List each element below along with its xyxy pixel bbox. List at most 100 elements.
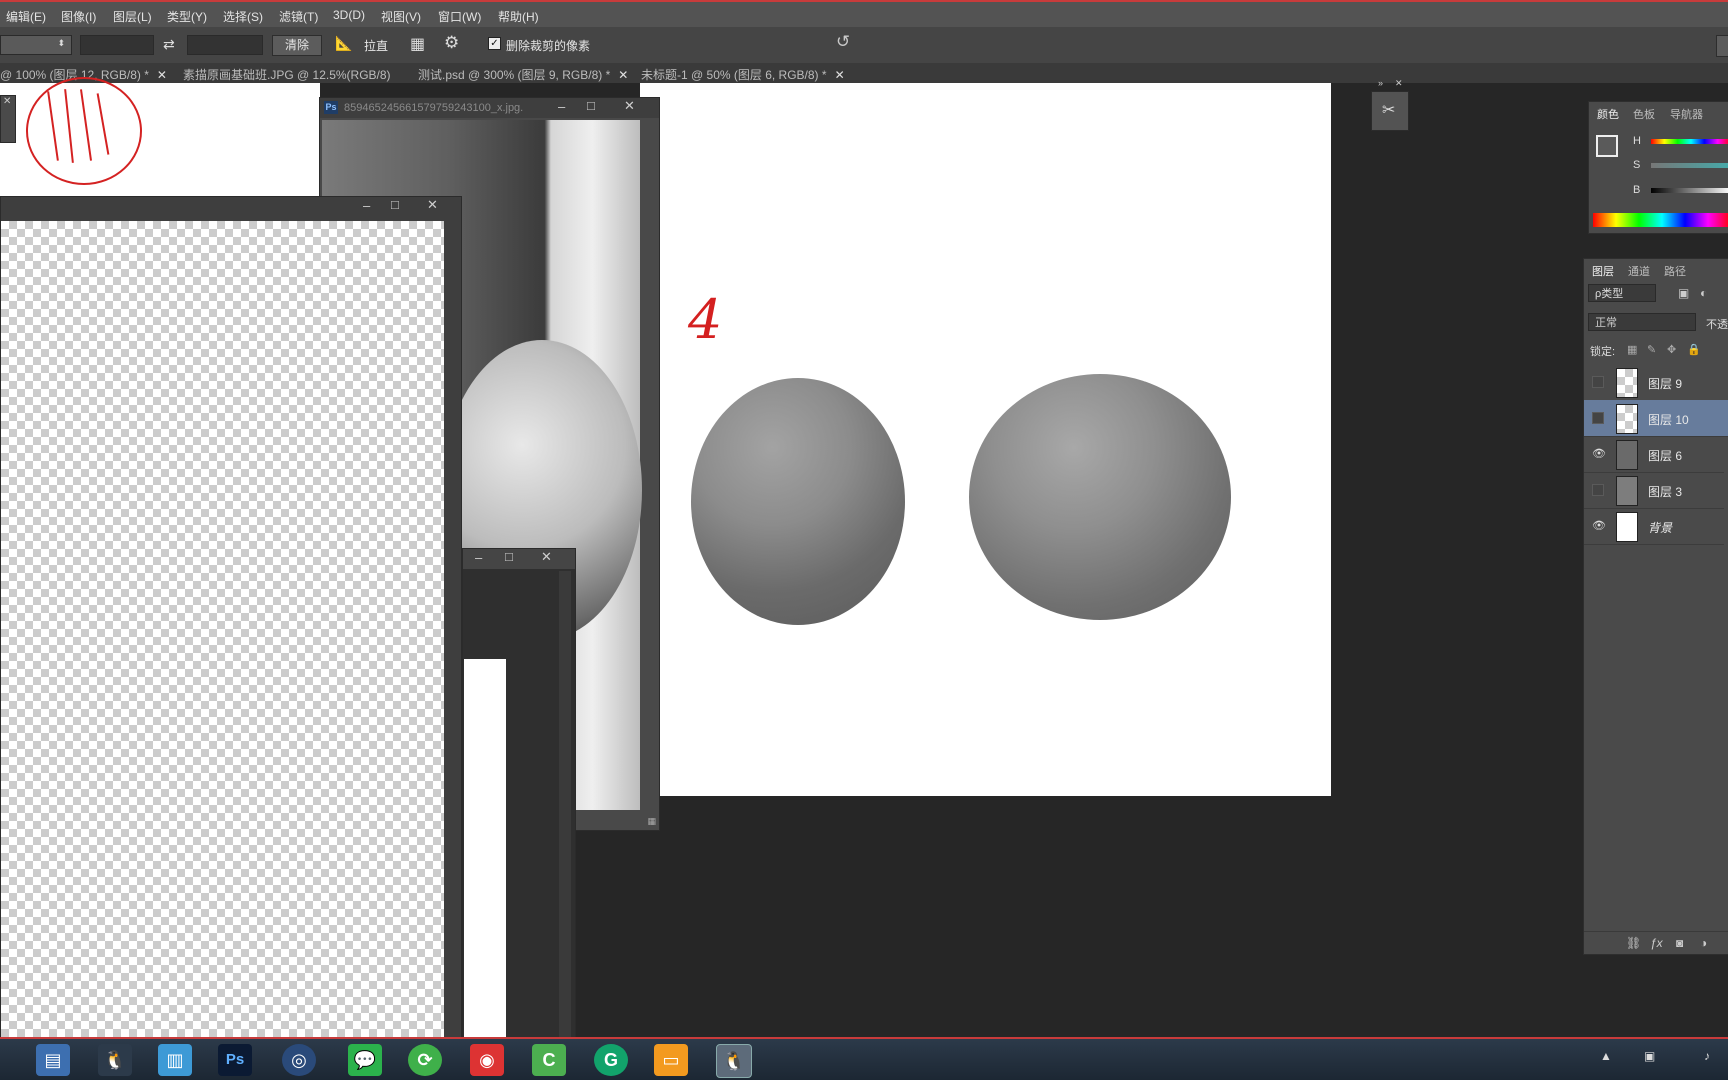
hue-slider[interactable] xyxy=(1651,139,1728,144)
straighten-icon[interactable]: 📐 xyxy=(335,35,352,52)
blend-mode-dropdown[interactable]: 正常 xyxy=(1588,313,1696,331)
menu-edit[interactable]: 编辑(E) xyxy=(6,8,46,25)
color-spectrum-ramp[interactable] xyxy=(1593,213,1728,227)
grid-overlay-icon[interactable]: ▦ xyxy=(410,34,425,54)
layer-name[interactable]: 背景 xyxy=(1648,519,1672,536)
transparent-canvas[interactable] xyxy=(1,221,444,1041)
lock-transparency-icon[interactable]: ▦ xyxy=(1627,343,1637,356)
netease-music-icon[interactable]: ◉ xyxy=(470,1044,504,1076)
close-icon[interactable]: ✕ xyxy=(1395,78,1403,89)
expand-icon[interactable]: » xyxy=(1378,78,1383,88)
ratio-dropdown[interactable]: ⬍ xyxy=(0,35,72,55)
saturation-slider[interactable] xyxy=(1651,163,1728,168)
window-titlebar[interactable]: ‒ □ ✕ xyxy=(1,197,461,217)
app-g-icon[interactable]: G xyxy=(594,1044,628,1076)
photoshop-taskbar-icon[interactable]: Ps xyxy=(218,1044,252,1076)
swap-icon[interactable]: ⇄ xyxy=(163,36,175,53)
menu-help[interactable]: 帮助(H) xyxy=(498,8,539,25)
app-c-icon[interactable]: C xyxy=(532,1044,566,1076)
menu-layer[interactable]: 图层(L) xyxy=(113,8,152,25)
delete-cropped-label[interactable]: 删除裁剪的像素 xyxy=(506,37,590,54)
eye-icon[interactable]: 👁 xyxy=(1592,448,1606,460)
briefcase-icon[interactable]: ▭ xyxy=(654,1044,688,1076)
image-filter-icon[interactable]: ▣ xyxy=(1678,286,1689,300)
new-adjustment-icon[interactable]: ◑ xyxy=(1700,936,1707,950)
close-icon[interactable]: ✕ xyxy=(157,68,167,82)
tab-paths[interactable]: 路径 xyxy=(1664,263,1686,279)
tray-expand-icon[interactable]: ▲ xyxy=(1600,1049,1612,1063)
width-field[interactable] xyxy=(80,35,154,55)
tool-presets-panel-button[interactable]: ✂ xyxy=(1371,91,1409,131)
gear-icon[interactable]: ⚙ xyxy=(444,33,459,53)
close-icon[interactable]: ✕ xyxy=(835,68,845,82)
top-left-document[interactable] xyxy=(0,77,320,198)
minimize-icon[interactable]: ‒ xyxy=(475,550,482,565)
transparent-document-window[interactable]: ‒ □ ✕ xyxy=(0,196,462,1041)
maximize-icon[interactable]: □ xyxy=(391,197,399,212)
straighten-label[interactable]: 拉直 xyxy=(364,37,388,54)
file-explorer-icon[interactable]: ▤ xyxy=(36,1044,70,1076)
volume-icon[interactable]: ♪ xyxy=(1704,1049,1710,1063)
tab-document-4[interactable]: 未标题-1 @ 50% (图层 6, RGB/8) * ✕ xyxy=(641,66,845,83)
tab-swatches[interactable]: 色板 xyxy=(1633,106,1655,122)
network-icon[interactable]: ▣ xyxy=(1644,1049,1655,1063)
window-titlebar[interactable]: Ps 8594652456615797592431​00_x.jpg... ‒ … xyxy=(320,98,659,118)
minimize-icon[interactable]: ‒ xyxy=(363,198,370,213)
close-icon[interactable]: ✕ xyxy=(541,549,552,565)
menu-select[interactable]: 选择(S) xyxy=(223,8,263,25)
layer-row-9[interactable]: 图层 9 xyxy=(1584,364,1724,401)
wechat-icon[interactable]: 💬 xyxy=(348,1044,382,1076)
maximize-icon[interactable]: □ xyxy=(587,98,595,113)
visibility-toggle[interactable] xyxy=(1592,484,1604,496)
tab-document-2[interactable]: 素描原画基础班.JPG @ 12.5%(RGB/8) xyxy=(183,66,391,83)
close-icon[interactable]: ✕ xyxy=(624,98,635,114)
brightness-slider[interactable] xyxy=(1651,188,1728,193)
lock-all-icon[interactable]: 🔒 xyxy=(1687,343,1701,356)
menu-type[interactable]: 类型(Y) xyxy=(167,8,207,25)
lock-brush-icon[interactable]: ✎ xyxy=(1647,343,1656,356)
clear-button[interactable]: 清除 xyxy=(272,35,322,56)
layer-row-background[interactable]: 👁 背景 xyxy=(1584,508,1724,545)
layer-filter-dropdown[interactable]: ρ类型 xyxy=(1588,284,1656,302)
close-icon[interactable]: ✕ xyxy=(427,197,438,213)
resize-grip-icon[interactable]: ▦ xyxy=(647,816,656,827)
layer-row-3[interactable]: 图层 3 xyxy=(1584,472,1724,509)
height-field[interactable] xyxy=(187,35,263,55)
menu-view[interactable]: 视图(V) xyxy=(381,8,421,25)
menu-image[interactable]: 图像(I) xyxy=(61,8,96,25)
fx-icon[interactable]: ƒx xyxy=(1650,936,1663,950)
browser-icon[interactable]: ◎ xyxy=(282,1044,316,1076)
small-document-window[interactable]: ‒ □ ✕ xyxy=(462,548,576,1041)
tab-color[interactable]: 颜色 xyxy=(1597,106,1619,122)
visibility-toggle[interactable] xyxy=(1592,376,1604,388)
layer-name[interactable]: 图层 10 xyxy=(1648,411,1689,428)
menu-window[interactable]: 窗口(W) xyxy=(438,8,481,25)
qq-icon[interactable]: 🐧 xyxy=(98,1044,132,1076)
visibility-toggle[interactable] xyxy=(1592,412,1604,424)
menu-filter[interactable]: 滤镜(T) xyxy=(279,8,318,25)
layer-row-6[interactable]: 👁 图层 6 xyxy=(1584,436,1724,473)
reset-icon[interactable]: ↺ xyxy=(836,32,850,52)
mini-tool-panel[interactable]: ✕ xyxy=(0,95,16,143)
tab-navigator[interactable]: 导航器 xyxy=(1670,106,1703,122)
tab-layers[interactable]: 图层 xyxy=(1592,263,1614,279)
add-mask-icon[interactable]: ◙ xyxy=(1676,936,1683,950)
small-document-canvas[interactable] xyxy=(464,659,506,1041)
layer-name[interactable]: 图层 9 xyxy=(1648,375,1682,392)
minimize-icon[interactable]: ‒ xyxy=(558,99,565,114)
qq-active-icon[interactable]: 🐧 xyxy=(716,1044,752,1078)
window-scrollbar[interactable] xyxy=(559,571,571,1041)
close-icon[interactable]: ✕ xyxy=(3,96,11,107)
workspace-switcher[interactable] xyxy=(1716,35,1728,57)
tab-document-3[interactable]: 测试.psd @ 300% (图层 9, RGB/8) * ✕ xyxy=(418,66,628,83)
layer-name[interactable]: 图层 3 xyxy=(1648,483,1682,500)
close-icon[interactable]: ✕ xyxy=(618,68,628,82)
adjustment-filter-icon[interactable]: ◐ xyxy=(1700,286,1707,300)
notepad-icon[interactable]: ▥ xyxy=(158,1044,192,1076)
delete-cropped-checkbox[interactable]: ✓ xyxy=(488,37,501,50)
tab-channels[interactable]: 通道 xyxy=(1628,263,1650,279)
lock-move-icon[interactable]: ✥ xyxy=(1667,343,1676,356)
foreground-color-swatch[interactable] xyxy=(1596,135,1618,157)
eye-icon[interactable]: 👁 xyxy=(1592,520,1606,532)
menu-3d[interactable]: 3D(D) xyxy=(333,8,365,22)
